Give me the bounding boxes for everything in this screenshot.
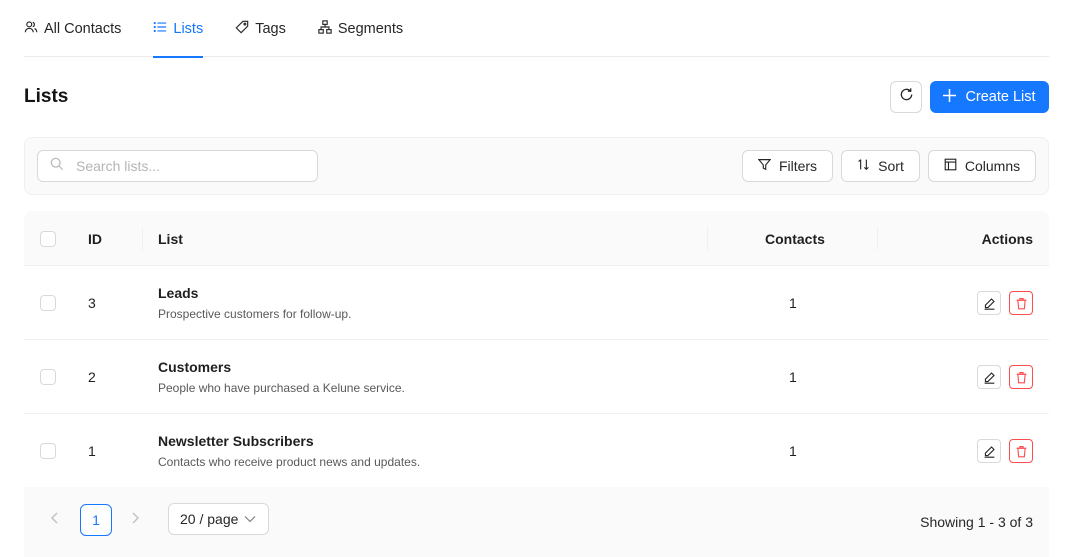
page-1-button[interactable]: 1 (80, 504, 112, 536)
create-list-button[interactable]: Create List (930, 81, 1049, 113)
sort-icon (857, 158, 870, 174)
contacts-icon (24, 20, 38, 38)
chevron-left-icon (51, 512, 58, 524)
column-header-actions: Actions (981, 231, 1033, 247)
edit-button[interactable] (977, 365, 1001, 389)
row-checkbox[interactable] (40, 369, 56, 385)
tab-tags[interactable]: Tags (235, 0, 286, 57)
list-description: People who have purchased a Kelune servi… (158, 381, 405, 395)
lists-table: ID List Contacts Actions 3 Leads Prospec… (24, 211, 1049, 488)
sort-label: Sort (878, 158, 904, 174)
table-header: ID List Contacts Actions (24, 211, 1049, 266)
list-description: Contacts who receive product news and up… (158, 455, 421, 469)
delete-button[interactable] (1009, 291, 1033, 315)
tab-bar: All Contacts Lists Tags Segments (24, 0, 1049, 58)
page-title: Lists (24, 86, 69, 107)
list-icon (153, 20, 167, 38)
tab-lists[interactable]: Lists (153, 0, 204, 58)
next-page-button[interactable] (130, 511, 140, 527)
filters-button[interactable]: Filters (742, 150, 833, 182)
search-box (37, 150, 318, 182)
contacts-count: 1 (789, 295, 797, 311)
column-divider (877, 227, 878, 250)
contacts-count: 1 (789, 443, 797, 459)
column-divider (142, 227, 143, 250)
column-header-contacts[interactable]: Contacts (765, 231, 825, 247)
filters-label: Filters (778, 158, 818, 174)
toolbar: Filters Sort Columns (24, 137, 1049, 195)
page-size-value: 20 / page (180, 511, 239, 527)
table-row[interactable]: 2 Customers People who have purchased a … (24, 340, 1049, 414)
search-icon (50, 157, 64, 176)
row-id: 3 (88, 295, 96, 311)
chevron-right-icon (132, 512, 139, 524)
edit-button[interactable] (977, 291, 1001, 315)
tab-label: Tags (255, 20, 286, 37)
page-size-select[interactable]: 20 / page (168, 503, 269, 535)
columns-button[interactable]: Columns (928, 150, 1036, 182)
refresh-button[interactable] (890, 81, 922, 113)
contacts-count: 1 (789, 369, 797, 385)
edit-button[interactable] (977, 439, 1001, 463)
column-header-id[interactable]: ID (88, 231, 102, 247)
tab-label: Lists (173, 20, 204, 37)
edit-icon (984, 371, 995, 384)
sort-button[interactable]: Sort (841, 150, 920, 182)
create-list-label: Create List (965, 89, 1036, 105)
list-description: Prospective customers for follow-up. (158, 307, 352, 321)
tab-segments[interactable]: Segments (318, 0, 403, 57)
table-row[interactable]: 1 Newsletter Subscribers Contacts who re… (24, 414, 1049, 488)
tab-label: Segments (337, 20, 404, 37)
list-cell: Newsletter Subscribers Contacts who rece… (158, 433, 420, 469)
edit-icon (984, 445, 995, 458)
plus-icon (943, 88, 957, 106)
tab-label: All Contacts (44, 20, 122, 37)
chevron-down-icon (244, 516, 256, 523)
list-cell: Customers People who have purchased a Ke… (158, 359, 405, 395)
columns-icon (944, 158, 957, 174)
search-input[interactable] (76, 158, 296, 174)
trash-icon (1016, 297, 1026, 309)
table-row[interactable]: 3 Leads Prospective customers for follow… (24, 266, 1049, 340)
column-divider (707, 227, 708, 250)
select-all-checkbox[interactable] (40, 231, 56, 247)
tag-icon (235, 20, 249, 38)
row-id: 1 (88, 443, 96, 459)
prev-page-button[interactable] (50, 511, 60, 527)
tab-all-contacts[interactable]: All Contacts (24, 0, 121, 57)
list-name[interactable]: Customers (158, 359, 405, 375)
delete-button[interactable] (1009, 439, 1033, 463)
list-cell: Leads Prospective customers for follow-u… (158, 285, 351, 321)
showing-count: Showing 1 - 3 of 3 (920, 514, 1033, 530)
column-header-list[interactable]: List (158, 231, 183, 247)
filter-icon (757, 158, 772, 174)
row-id: 2 (88, 369, 96, 385)
trash-icon (1016, 445, 1026, 457)
segments-icon (318, 19, 332, 38)
delete-button[interactable] (1009, 365, 1033, 389)
pagination-bar: 1 20 / page Showing 1 - 3 of 3 (24, 487, 1049, 557)
edit-icon (984, 297, 995, 310)
row-checkbox[interactable] (40, 295, 56, 311)
list-name[interactable]: Newsletter Subscribers (158, 433, 420, 449)
row-checkbox[interactable] (40, 443, 56, 459)
refresh-icon (899, 87, 914, 107)
trash-icon (1016, 371, 1026, 383)
list-name[interactable]: Leads (158, 285, 351, 301)
columns-label: Columns (964, 158, 1021, 174)
